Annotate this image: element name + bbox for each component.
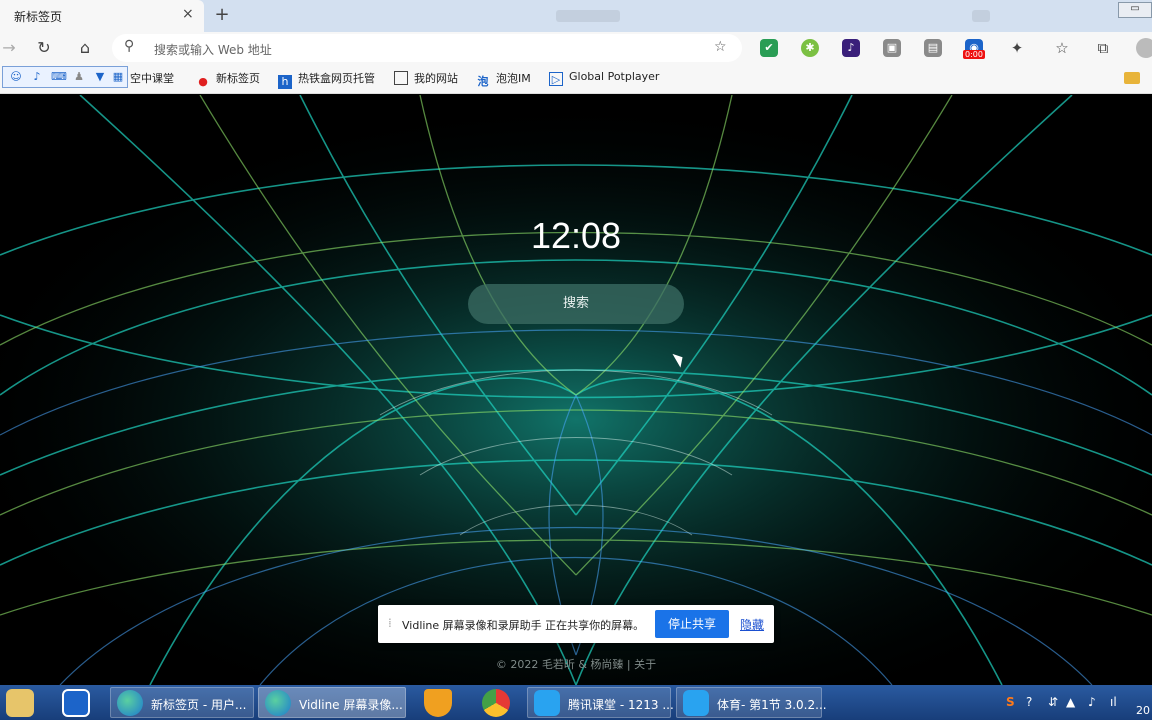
taskbar-item-label: 新标签页 - 用户...	[151, 698, 247, 712]
tab-newtab[interactable]: 新标签页 ×	[0, 0, 204, 32]
taskbar-item-edge[interactable]: 新标签页 - 用户...	[110, 687, 254, 718]
newtab-page: 12:08 搜索 ⁞ Vidline 屏幕录像和录屏助手 正在共享你的屏幕。 停…	[0, 95, 1152, 685]
blurred-tab	[972, 10, 990, 22]
clock: 12:08	[530, 215, 622, 256]
potplayer-icon: ▷	[549, 72, 563, 86]
file-explorer-icon[interactable]	[6, 689, 34, 717]
taskbar: 新标签页 - 用户... Vidline 屏幕录像... 腾讯课堂 - 1213…	[0, 685, 1152, 720]
bookmark-item[interactable]: ▷ Global Potplayer	[549, 70, 659, 86]
security-shield-icon[interactable]	[62, 689, 90, 717]
edge-icon	[265, 690, 291, 716]
bookmark-item[interactable]: 泡泡泡IM	[476, 70, 531, 89]
bookmark-item[interactable]: h 热铁盒网页托管	[278, 70, 375, 89]
folder-icon[interactable]	[1124, 72, 1140, 84]
recorder-timer-badge: 0:00	[963, 50, 985, 59]
security-icon[interactable]	[424, 689, 452, 717]
ime-toolbar: ☺ ♪ ⌨ ♟ ▼ ▦	[2, 66, 128, 88]
drag-handle-icon[interactable]: ⁞	[388, 616, 392, 630]
new-tab-button[interactable]: +	[210, 4, 234, 28]
bookmark-label: 热铁盒网页托管	[298, 72, 375, 85]
search-button[interactable]: 搜索	[468, 284, 684, 324]
tencent-classroom-icon	[534, 690, 560, 716]
screen-share-notification: ⁞ Vidline 屏幕录像和录屏助手 正在共享你的屏幕。 停止共享 隐藏	[378, 605, 774, 643]
bookmark-item[interactable]: ● 新标签页	[196, 70, 260, 89]
taskbar-item-edge[interactable]: Vidline 屏幕录像...	[258, 687, 406, 718]
user-icon[interactable]: ♟	[72, 70, 86, 84]
bookmark-item[interactable]: 空中课堂	[130, 70, 174, 86]
bookmark-label: 空中课堂	[130, 72, 174, 85]
bookmark-item[interactable]: 我的网站	[394, 70, 458, 86]
profile-avatar[interactable]	[1136, 38, 1152, 58]
bookmark-label: 泡泡IM	[496, 72, 531, 85]
bookmark-label: 我的网站	[414, 72, 458, 85]
taskbar-item-label: 腾讯课堂 - 1213 ...	[568, 698, 674, 712]
home-icon[interactable]: ⌂	[74, 37, 96, 59]
microphone-icon[interactable]: ♪	[30, 70, 44, 84]
show-hidden-icons[interactable]: ▲	[1066, 695, 1075, 709]
tab-close-icon[interactable]: ×	[182, 6, 194, 22]
taskbar-item-tencent-classroom[interactable]: 体育- 第1节 3.0.2...	[676, 687, 827, 718]
chrome-icon[interactable]	[482, 689, 510, 717]
stop-sharing-button[interactable]: 停止共享	[655, 610, 729, 638]
taskbar-item-label: 体育- 第1节 3.0.2...	[717, 698, 827, 712]
grid-icon[interactable]: ▦	[111, 70, 125, 84]
tencent-classroom-icon	[683, 690, 709, 716]
extension-icon[interactable]: ♪	[842, 39, 860, 57]
extension-icon[interactable]: ✱	[801, 39, 819, 57]
hide-link[interactable]: 隐藏	[740, 616, 764, 633]
site-icon: h	[278, 75, 292, 89]
help-icon[interactable]: ?	[1026, 695, 1032, 709]
emoji-icon[interactable]: ☺	[9, 70, 23, 84]
forward-icon[interactable]: →	[0, 37, 20, 59]
share-message: Vidline 屏幕录像和录屏助手 正在共享你的屏幕。	[402, 619, 645, 632]
tab-strip: 新标签页 × + ▭	[0, 0, 1152, 32]
add-favorite-icon[interactable]: ☆	[714, 39, 727, 55]
address-bar[interactable]: ⚲ 搜索或输入 Web 地址 ☆	[112, 34, 742, 62]
volume-icon[interactable]: ♪	[1088, 695, 1096, 709]
input-method-icon[interactable]: S	[1006, 695, 1015, 709]
refresh-icon[interactable]: ↻	[33, 37, 55, 59]
blurred-tab	[556, 10, 620, 22]
wallpaper-art	[0, 95, 1152, 685]
reader-icon[interactable]: ▤	[924, 39, 942, 57]
network-icon[interactable]: ⇵	[1048, 695, 1058, 709]
page-icon	[394, 71, 408, 85]
extensions-icon[interactable]: ✦	[1008, 39, 1026, 57]
edge-icon	[117, 690, 143, 716]
taskbar-item-tencent-classroom[interactable]: 腾讯课堂 - 1213 ...	[527, 687, 674, 718]
tab-title: 新标签页	[14, 10, 63, 24]
search-icon: ⚲	[124, 38, 135, 54]
bookmark-label: 新标签页	[216, 72, 260, 85]
page-footer[interactable]: © 2022 毛若昕 & 杨尚臻 | 关于	[0, 656, 1152, 672]
bookmark-label: Global Potplayer	[569, 70, 660, 83]
window-control-icon[interactable]: ▭	[1118, 2, 1152, 18]
taskbar-item-label: Vidline 屏幕录像...	[299, 698, 403, 712]
navigation-bar: → ↻ ⌂ ⚲ 搜索或输入 Web 地址 ☆ ✔ ✱ ♪ ▣ ▤ ◉ 0:00 …	[0, 32, 1152, 64]
favorites-icon[interactable]: ☆	[1053, 39, 1071, 57]
baidu-icon: ●	[198, 75, 208, 88]
paopao-icon: 泡	[477, 75, 489, 88]
taskbar-clock: 20	[1136, 704, 1150, 717]
bookmarks-bar: ☺ ♪ ⌨ ♟ ▼ ▦ 空中课堂 ● 新标签页 h 热铁盒网页托管 我的网站 泡泡泡…	[0, 64, 1152, 94]
signal-icon[interactable]: ıl	[1110, 695, 1117, 709]
skin-icon[interactable]: ▼	[93, 70, 107, 84]
keyboard-icon[interactable]: ⌨	[51, 70, 67, 84]
screen: 新标签页 × + ▭ → ↻ ⌂ ⚲ 搜索或输入 Web 地址 ☆ ✔ ✱ ♪ …	[0, 0, 1152, 720]
address-placeholder: 搜索或输入 Web 地址	[154, 43, 272, 57]
collections-icon[interactable]: ⧉	[1094, 39, 1112, 57]
extension-icon[interactable]: ▣	[883, 39, 901, 57]
shield-extension-icon[interactable]: ✔	[760, 39, 778, 57]
